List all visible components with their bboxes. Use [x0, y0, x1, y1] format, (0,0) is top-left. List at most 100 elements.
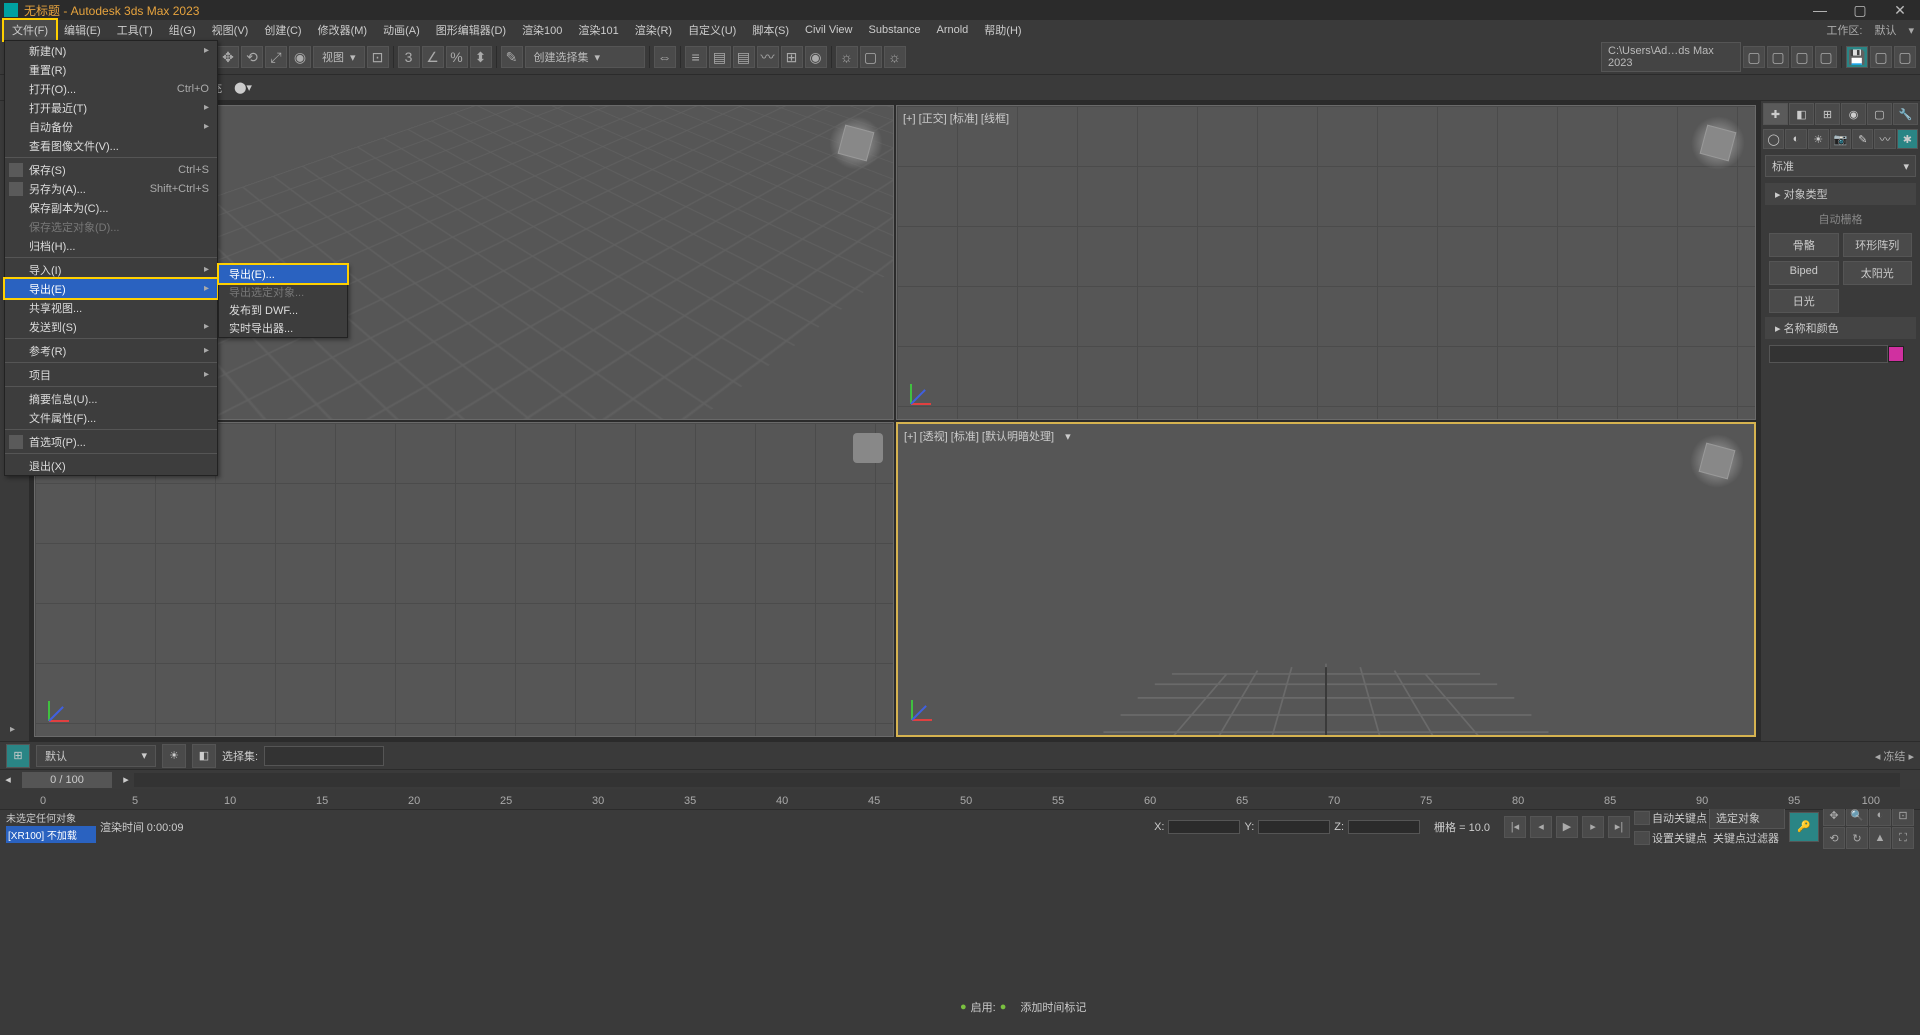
ribbon-button[interactable]: ▤	[733, 46, 755, 68]
menu-customize[interactable]: 自定义(U)	[680, 20, 744, 40]
lights-tab[interactable]: ☀	[1808, 129, 1829, 149]
placement-button[interactable]: ◉	[289, 46, 311, 68]
scale-button[interactable]: ⤢	[265, 46, 287, 68]
viewport-label[interactable]: [+] [正交] [标准] [线框]	[903, 110, 1009, 126]
rotate-button[interactable]: ⟲	[241, 46, 263, 68]
menu-file[interactable]: 文件(F)	[4, 20, 56, 40]
menu-help[interactable]: 帮助(H)	[976, 20, 1029, 40]
file-prefs[interactable]: 首选项(P)...	[5, 432, 217, 451]
render-setup-button[interactable]: ☼	[836, 46, 858, 68]
vp-preset-dropdown[interactable]: 默认▾	[36, 745, 156, 767]
play-prev-button[interactable]: ◂	[1530, 816, 1552, 838]
schematic-button[interactable]: ⊞	[781, 46, 803, 68]
render-frame-button[interactable]: ▢	[860, 46, 882, 68]
curve-editor-button[interactable]: 〰	[757, 46, 779, 68]
maximize-button[interactable]: ▢	[1840, 0, 1880, 20]
color-swatch[interactable]	[1888, 346, 1904, 362]
daylight-button[interactable]: 日光	[1769, 289, 1839, 313]
viewcube[interactable]	[1691, 116, 1745, 170]
cameras-tab[interactable]: 📷	[1830, 129, 1851, 149]
menu-tools[interactable]: 工具(T)	[109, 20, 161, 40]
spacewarps-tab[interactable]: 〰	[1874, 129, 1895, 149]
object-type-header[interactable]: ▸ 对象类型	[1765, 183, 1916, 205]
mirror-button[interactable]: ⇔	[654, 46, 676, 68]
biped-button[interactable]: Biped	[1769, 261, 1839, 285]
snap-percent-button[interactable]: %	[446, 46, 468, 68]
edit-named-sel-button[interactable]: ✎	[501, 46, 523, 68]
play-end-button[interactable]: ▸|	[1608, 816, 1630, 838]
time-slider-track[interactable]	[134, 773, 1900, 787]
x-input[interactable]	[1168, 820, 1240, 834]
name-input[interactable]	[1769, 345, 1888, 363]
minimize-button[interactable]: —	[1800, 0, 1840, 20]
add-time-tag[interactable]: 添加时间标记	[1020, 999, 1086, 1015]
file-recent[interactable]: 打开最近(T)▸	[5, 98, 217, 117]
vp-layout-button[interactable]: ⊞	[6, 744, 30, 768]
layers-button[interactable]: ▤	[709, 46, 731, 68]
export-realtime[interactable]: 实时导出器...	[219, 319, 347, 337]
menu-scripting[interactable]: 脚本(S)	[744, 20, 797, 40]
material-editor-button[interactable]: ◉	[805, 46, 827, 68]
file-new[interactable]: 新建(N)▸	[5, 41, 217, 60]
autokey-toggle[interactable]	[1634, 811, 1650, 825]
keyfilter-label[interactable]: 关键点过滤器	[1713, 830, 1779, 846]
file-sendto[interactable]: 发送到(S)▸	[5, 317, 217, 336]
file-save[interactable]: 保存(S)Ctrl+S	[5, 160, 217, 179]
key-button[interactable]: 🔑	[1789, 812, 1819, 842]
category-dropdown[interactable]: 标准 ▾	[1765, 155, 1916, 177]
named-sel-dropdown[interactable]: 创建选择集▾	[525, 46, 645, 68]
file-autobackup[interactable]: 自动备份▸	[5, 117, 217, 136]
project-btn4[interactable]: ▢	[1815, 46, 1837, 68]
nav-roll-button[interactable]: ↻	[1846, 827, 1868, 849]
move-button[interactable]: ✥	[217, 46, 239, 68]
export-dwf[interactable]: 发布到 DWF...	[219, 301, 347, 319]
project-btn1[interactable]: ▢	[1743, 46, 1765, 68]
file-fileprops[interactable]: 文件属性(F)...	[5, 408, 217, 427]
file-saveas[interactable]: 另存为(A)...Shift+Ctrl+S	[5, 179, 217, 198]
spinner-snap-button[interactable]: ⬍	[470, 46, 492, 68]
project-path[interactable]: C:\Users\Ad…ds Max 2023	[1601, 42, 1741, 72]
menu-edit[interactable]: 编辑(E)	[56, 20, 109, 40]
save-highlight-button[interactable]: 💾	[1846, 46, 1868, 68]
menu-civilview[interactable]: Civil View	[797, 22, 860, 38]
prev-key-button[interactable]: ◂	[0, 773, 16, 786]
file-summary[interactable]: 摘要信息(U)...	[5, 389, 217, 408]
file-archive[interactable]: 归档(H)...	[5, 236, 217, 255]
menu-group[interactable]: 组(G)	[161, 20, 204, 40]
menu-render[interactable]: 渲染(R)	[627, 20, 680, 40]
menu-animation[interactable]: 动画(A)	[375, 20, 428, 40]
snap-angle-button[interactable]: ∠	[422, 46, 444, 68]
viewcube[interactable]	[1690, 434, 1744, 488]
menu-arnold[interactable]: Arnold	[928, 22, 976, 38]
timeline-ruler[interactable]: 0 5 10 15 20 25 30 35 40 45 50 55 60 65 …	[0, 789, 1920, 809]
setkey-toggle[interactable]	[1634, 831, 1650, 845]
file-shareview[interactable]: 共享视图...	[5, 298, 217, 317]
menu-view[interactable]: 视图(V)	[204, 20, 257, 40]
project-btn5[interactable]: ▢	[1870, 46, 1892, 68]
nav-maximize-button[interactable]: ⛶	[1892, 827, 1914, 849]
menu-render101[interactable]: 渲染101	[570, 20, 626, 40]
viewport-label[interactable]: [+] [透视] [标准] [默认明暗处理] ▾	[904, 428, 1071, 444]
workspace-selector[interactable]: 工作区: 默认 ▾	[1820, 22, 1920, 38]
helpers-tab[interactable]: ✎	[1852, 129, 1873, 149]
file-project[interactable]: 项目▸	[5, 365, 217, 384]
display-tab[interactable]: ▢	[1867, 103, 1892, 125]
pivot-button[interactable]: ⊡	[367, 46, 389, 68]
ref-coord-dropdown[interactable]: 视图▾	[313, 46, 365, 68]
z-input[interactable]	[1348, 820, 1420, 834]
flyout-arrow-icon[interactable]: ▸	[10, 724, 15, 735]
file-import[interactable]: 导入(I)▸	[5, 260, 217, 279]
file-export[interactable]: 导出(E)▸	[5, 279, 217, 298]
name-color-header[interactable]: ▸ 名称和颜色	[1765, 317, 1916, 339]
play-button[interactable]: ▶	[1556, 816, 1578, 838]
autogrid-checkbox[interactable]: 自动栅格	[1761, 207, 1920, 231]
xray-button[interactable]: ◧	[192, 744, 216, 768]
motion-tab[interactable]: ◉	[1841, 103, 1866, 125]
isolate-button[interactable]: ☀	[162, 744, 186, 768]
keymode-dropdown[interactable]: 选定对象	[1709, 807, 1785, 829]
project-btn3[interactable]: ▢	[1791, 46, 1813, 68]
geometry-tab[interactable]: ◯	[1763, 129, 1784, 149]
nav-walk-button[interactable]: ▲	[1869, 827, 1891, 849]
utilities-tab[interactable]: 🔧	[1893, 103, 1918, 125]
systems-tab[interactable]: ✱	[1897, 129, 1918, 149]
